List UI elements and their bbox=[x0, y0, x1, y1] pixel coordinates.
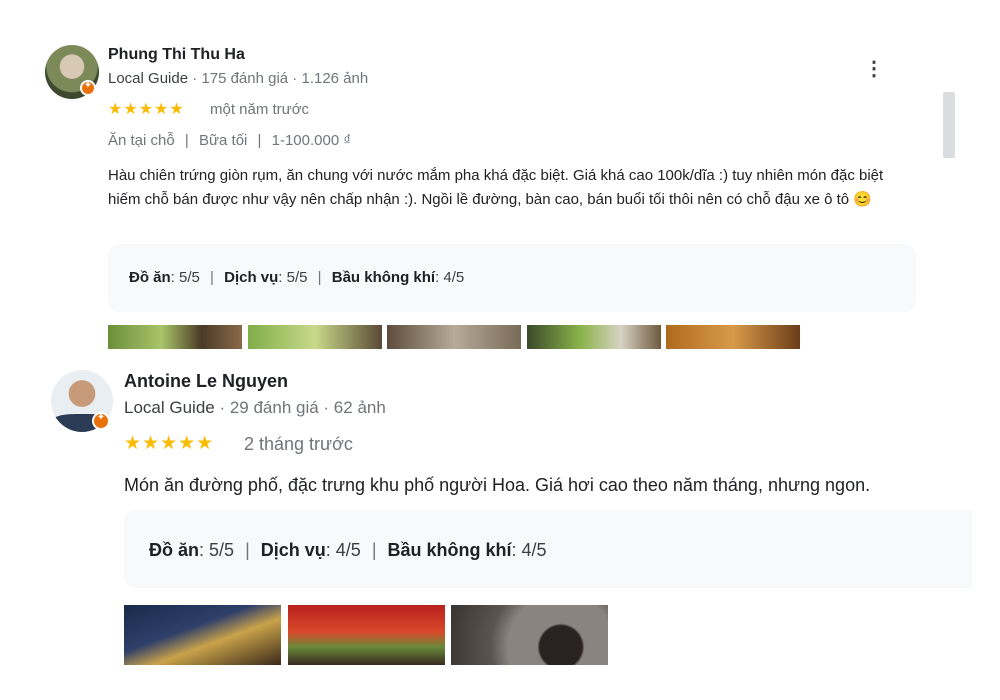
review-photo[interactable] bbox=[666, 325, 800, 349]
separator: | bbox=[317, 269, 322, 286]
rating-service-value: : 5/5 bbox=[278, 269, 308, 286]
review-photo[interactable] bbox=[451, 605, 608, 665]
scrollbar-thumb[interactable] bbox=[943, 92, 955, 158]
sub-ratings-panel: Đồ ăn: 5/5 | Dịch vụ: 5/5 | Bầu không kh… bbox=[108, 244, 916, 312]
rating-atmosphere-value: : 4/5 bbox=[435, 269, 465, 286]
reviewer-meta[interactable]: Local Guide · 29 đánh giá · 62 ảnh bbox=[124, 398, 386, 418]
reviewer-name[interactable]: Antoine Le Nguyen bbox=[124, 371, 288, 392]
local-guide-label: Local Guide bbox=[124, 398, 215, 417]
rating-food-value: : 5/5 bbox=[199, 540, 235, 560]
review-time: một năm trước bbox=[210, 101, 310, 118]
rating-service-value: : 4/5 bbox=[325, 540, 361, 560]
local-guide-badge-icon bbox=[80, 80, 96, 96]
star-rating: ★★★★★ bbox=[124, 433, 215, 454]
rating-food-label: Đồ ăn bbox=[149, 540, 200, 560]
rating-service-label: Dịch vụ bbox=[224, 269, 279, 286]
reviewer-name[interactable]: Phung Thi Thu Ha bbox=[108, 46, 245, 64]
review-photo[interactable] bbox=[124, 605, 281, 665]
tag-price: 1-100.000 ₫ bbox=[271, 132, 352, 149]
review-text: Món ăn đường phố, đặc trưng khu phố ngườ… bbox=[124, 475, 871, 495]
rating-atmosphere-value: : 4/5 bbox=[511, 540, 547, 560]
rating-food-label: Đồ ăn bbox=[129, 269, 171, 286]
review-photo[interactable] bbox=[387, 325, 521, 349]
local-guide-badge-icon bbox=[92, 412, 110, 430]
reviewer-meta[interactable]: Local Guide · 175 đánh giá · 1.126 ảnh bbox=[108, 70, 368, 87]
more-options-button[interactable]: ⋮ bbox=[862, 56, 886, 80]
rating-atmosphere-label: Bầu không khí bbox=[387, 540, 512, 560]
review-photo[interactable] bbox=[108, 325, 242, 349]
more-vert-icon: ⋮ bbox=[864, 57, 884, 80]
separator: | bbox=[371, 540, 377, 560]
rating-atmosphere-label: Bầu không khí bbox=[331, 269, 436, 286]
review-time: 2 tháng trước bbox=[244, 434, 353, 454]
separator: | bbox=[210, 269, 214, 286]
review-photo[interactable] bbox=[288, 605, 445, 665]
sub-ratings-panel: Đồ ăn: 5/5 | Dịch vụ: 4/5 | Bầu không kh… bbox=[124, 510, 972, 588]
tag-meal: Bữa tối bbox=[198, 132, 248, 149]
review-text: Hàu chiên trứng giòn rụm, ăn chung với n… bbox=[108, 167, 884, 208]
reviewer-stats: · 175 đánh giá · 1.126 ảnh bbox=[188, 70, 369, 87]
rating-service-label: Dịch vụ bbox=[260, 540, 326, 560]
separator: | bbox=[245, 540, 250, 560]
tag-dine-in: Ăn tại chỗ bbox=[108, 132, 175, 149]
review-tags: Ăn tại chỗ | Bữa tối | 1-100.000 ₫ bbox=[108, 132, 351, 149]
rating-food-value: : 5/5 bbox=[170, 269, 200, 286]
review-photo[interactable] bbox=[527, 325, 661, 349]
separator: | bbox=[184, 132, 189, 149]
local-guide-label: Local Guide bbox=[108, 70, 189, 87]
star-rating: ★★★★★ bbox=[108, 101, 185, 118]
reviewer-stats: · 29 đánh giá · 62 ảnh bbox=[214, 398, 386, 417]
review-photo[interactable] bbox=[248, 325, 382, 349]
separator: | bbox=[257, 132, 262, 149]
